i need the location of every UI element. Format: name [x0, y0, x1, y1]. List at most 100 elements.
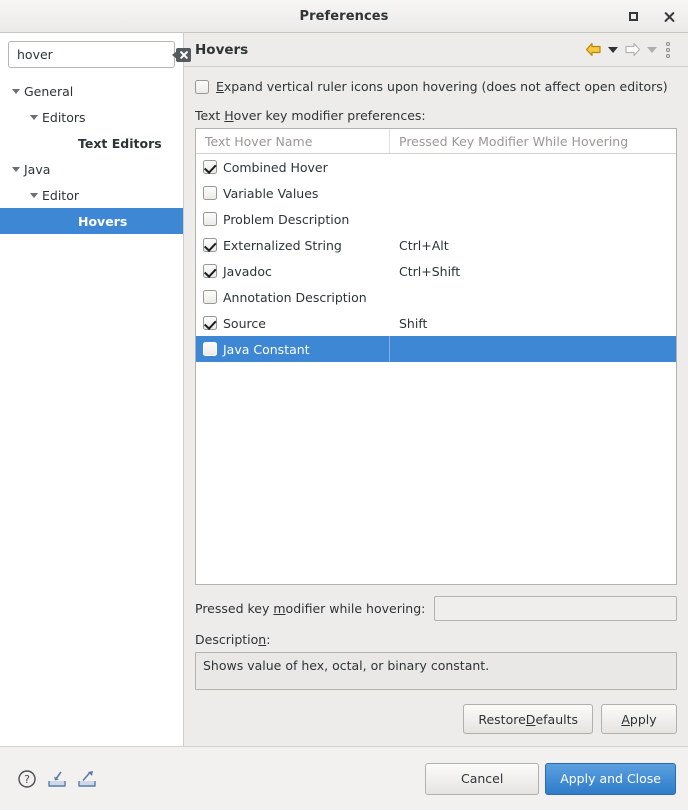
cell-key-modifier[interactable]: Shift: [390, 310, 676, 336]
hover-name-label: Source: [223, 315, 266, 331]
maximize-icon[interactable]: [622, 6, 644, 28]
hover-enabled-checkbox[interactable]: [203, 290, 217, 304]
clear-icon[interactable]: [172, 47, 191, 62]
table-header-row: Text Hover Name Pressed Key Modifier Whi…: [196, 129, 676, 154]
table-row[interactable]: Javadoc Ctrl+Shift: [196, 258, 676, 284]
sidebar-item-text-editors[interactable]: Text Editors: [0, 130, 183, 156]
pressed-key-modifier-label: Pressed key modifier while hovering:: [195, 601, 426, 616]
back-history-chevron-down-icon[interactable]: [604, 39, 621, 61]
sidebar-item-editors[interactable]: Editors: [0, 104, 183, 130]
forward-history-chevron-down-icon: [643, 39, 660, 61]
sidebar-item-editor[interactable]: Editor: [0, 182, 183, 208]
svg-text:?: ?: [24, 773, 30, 786]
hover-name-label: Java Constant: [223, 341, 310, 357]
table-body: Combined Hover Variable Values Problem Des…: [196, 154, 676, 584]
column-header-hover-name[interactable]: Text Hover Name: [196, 129, 390, 153]
hover-name-label: Javadoc: [223, 263, 272, 279]
sidebar-item-label: Text Editors: [78, 135, 162, 151]
search-input[interactable]: [17, 42, 173, 67]
cell-hover-name: Source: [196, 310, 390, 336]
cell-hover-name: Combined Hover: [196, 154, 390, 180]
twisty-expanded-icon[interactable]: [8, 88, 24, 94]
hover-enabled-checkbox[interactable]: [203, 160, 217, 174]
cancel-button[interactable]: Cancel: [425, 762, 540, 795]
page-title: Hovers: [195, 41, 249, 58]
help-icon[interactable]: ?: [16, 768, 38, 790]
page-button-row: Restore Defaults Apply: [195, 704, 677, 734]
hover-name-label: Annotation Description: [223, 289, 367, 305]
dialog-footer: ? Cancel Apply and Close: [0, 746, 688, 810]
window-controls: [622, 0, 680, 33]
cell-hover-name: Variable Values: [196, 180, 390, 206]
preferences-tree: General Editors Text Editors Java Editor Hove…: [0, 74, 183, 746]
cell-key-modifier[interactable]: [390, 206, 676, 232]
hover-enabled-checkbox[interactable]: [203, 316, 217, 330]
hover-enabled-checkbox[interactable]: [203, 342, 217, 356]
close-icon[interactable]: [658, 6, 680, 28]
apply-button[interactable]: Apply: [601, 704, 677, 734]
table-row[interactable]: Problem Description: [196, 206, 676, 232]
search-container: [0, 41, 191, 74]
sidebar-item-label: Editors: [42, 109, 86, 125]
pressed-key-modifier-row: Pressed key modifier while hovering:: [195, 596, 677, 621]
twisty-expanded-icon[interactable]: [26, 192, 42, 198]
hover-name-label: Externalized String: [223, 237, 342, 253]
cell-hover-name: Annotation Description: [196, 284, 390, 310]
table-row[interactable]: Externalized String Ctrl+Alt: [196, 232, 676, 258]
cell-key-modifier[interactable]: [390, 336, 676, 362]
preferences-dialog: Preferences GeneralEditorsTex: [0, 0, 688, 810]
hover-name-label: Variable Values: [223, 185, 319, 201]
page-nav-toolbar: [582, 39, 676, 61]
expand-ruler-row[interactable]: Expand vertical ruler icons upon hoverin…: [195, 79, 677, 94]
table-row[interactable]: Combined Hover: [196, 154, 676, 180]
back-arrow-icon[interactable]: [582, 39, 604, 61]
cell-hover-name: Java Constant: [196, 336, 390, 362]
pressed-key-modifier-input[interactable]: [434, 596, 677, 621]
hover-enabled-checkbox[interactable]: [203, 238, 217, 252]
sidebar-item-label: Java: [24, 161, 51, 177]
preferences-sidebar: General Editors Text Editors Java Editor Hove…: [0, 33, 191, 746]
expand-ruler-label: Expand vertical ruler icons upon hoverin…: [216, 79, 668, 94]
table-row[interactable]: Source Shift: [196, 310, 676, 336]
window-title: Preferences: [299, 8, 389, 24]
hover-enabled-checkbox[interactable]: [203, 212, 217, 226]
hover-enabled-checkbox[interactable]: [203, 264, 217, 278]
cell-key-modifier[interactable]: [390, 180, 676, 206]
export-icon[interactable]: [76, 768, 98, 790]
sidebar-item-label: Hovers: [78, 213, 128, 229]
cell-hover-name: Problem Description: [196, 206, 390, 232]
footer-icon-group: ?: [16, 768, 425, 790]
sidebar-item-label: Editor: [42, 187, 79, 203]
vertical-dots-menu-icon[interactable]: [660, 39, 676, 61]
table-row[interactable]: Java Constant: [196, 336, 676, 362]
sidebar-item-hovers[interactable]: Hovers: [0, 208, 183, 234]
cell-key-modifier[interactable]: Ctrl+Shift: [390, 258, 676, 284]
cell-key-modifier[interactable]: [390, 154, 676, 180]
cell-hover-name: Javadoc: [196, 258, 390, 284]
column-header-key-modifier[interactable]: Pressed Key Modifier While Hovering: [390, 129, 676, 153]
import-icon[interactable]: [46, 768, 68, 790]
preference-page: Hovers Expand vertical ruler icons upon …: [184, 33, 688, 746]
table-row[interactable]: Annotation Description: [196, 284, 676, 310]
sidebar-item-general[interactable]: General: [0, 78, 183, 104]
twisty-expanded-icon[interactable]: [8, 166, 24, 172]
dialog-body: General Editors Text Editors Java Editor Hove…: [0, 33, 688, 746]
cell-key-modifier[interactable]: [390, 284, 676, 310]
sidebar-item-java[interactable]: Java: [0, 156, 183, 182]
table-row[interactable]: Variable Values: [196, 180, 676, 206]
hover-name-label: Combined Hover: [223, 159, 328, 175]
forward-arrow-icon: [621, 39, 643, 61]
hover-enabled-checkbox[interactable]: [203, 186, 217, 200]
expand-ruler-checkbox[interactable]: [195, 79, 209, 94]
description-label: Description:: [195, 632, 271, 647]
cell-hover-name: Externalized String: [196, 232, 390, 258]
twisty-expanded-icon[interactable]: [26, 114, 42, 120]
apply-and-close-button[interactable]: Apply and Close: [545, 762, 676, 795]
cell-key-modifier[interactable]: Ctrl+Alt: [390, 232, 676, 258]
sidebar-item-label: General: [24, 83, 74, 99]
search-box[interactable]: [8, 41, 191, 68]
hover-name-label: Problem Description: [223, 211, 350, 227]
restore-defaults-button[interactable]: Restore Defaults: [463, 704, 593, 734]
hover-table[interactable]: Text Hover Name Pressed Key Modifier Whi…: [195, 128, 677, 585]
description-text: Shows value of hex, octal, or binary con…: [195, 652, 677, 690]
